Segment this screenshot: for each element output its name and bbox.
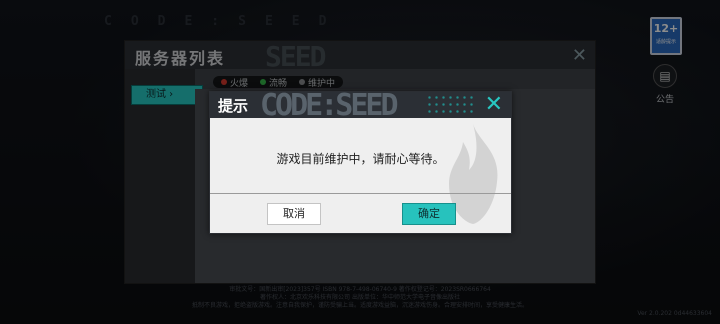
dialog-message: 游戏目前维护中，请耐心等待。 <box>276 152 445 166</box>
cancel-button[interactable]: 取消 <box>267 203 321 225</box>
dot-pattern-decoration <box>426 94 476 116</box>
maintenance-dialog: CODE:SEED 提示 ✕ 游戏目前维护中，请耐心等待。 取消 确定 <box>209 91 512 234</box>
dialog-header: CODE:SEED 提示 ✕ <box>210 92 511 118</box>
dialog-watermark: CODE:SEED <box>260 92 399 118</box>
dialog-title: 提示 <box>218 97 249 115</box>
close-icon[interactable]: ✕ <box>485 93 503 117</box>
dialog-divider <box>210 193 511 194</box>
confirm-button[interactable]: 确定 <box>402 203 456 225</box>
